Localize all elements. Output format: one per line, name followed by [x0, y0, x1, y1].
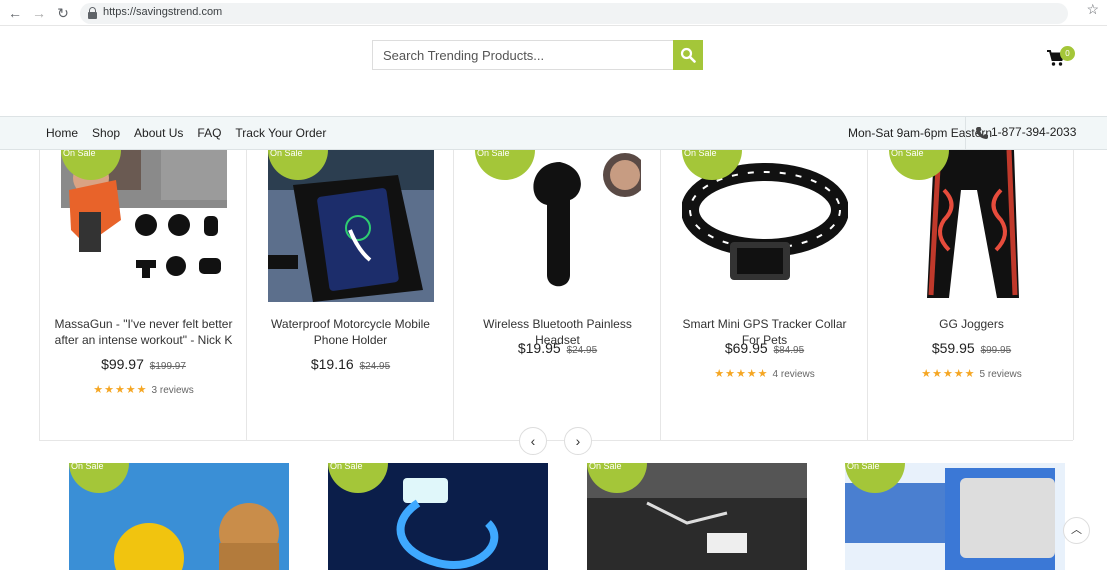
business-hours: Mon-Sat 9am-6pm Eastern — [848, 126, 993, 140]
product-card[interactable]: On Sale Smart Mini GPS Tracker Collar Fo… — [660, 150, 867, 440]
product-rating[interactable]: ★★★★★ 4 reviews — [661, 367, 867, 380]
product-price-row: $99.97 $199.97 — [40, 356, 246, 372]
review-count: 4 reviews — [772, 369, 815, 380]
original-price: $99.95 — [980, 345, 1012, 356]
nav-about-link[interactable]: About Us — [134, 126, 183, 140]
product-rating[interactable]: ★★★★★ 5 reviews — [868, 367, 1073, 380]
product-tile-car-charger[interactable]: On Sale — [587, 463, 807, 570]
product-card[interactable]: On Sale MassaGun - "I've never felt bett… — [39, 150, 246, 440]
address-bar[interactable]: https://savingstrend.com — [80, 3, 1068, 24]
lock-icon — [88, 7, 97, 19]
product-tile-phone-stand[interactable]: On Sale — [845, 463, 1065, 570]
product-title[interactable]: GG Joggers — [880, 316, 1063, 332]
sale-price: $19.95 — [517, 340, 561, 356]
search-button[interactable] — [673, 40, 703, 70]
phone-icon — [976, 126, 988, 139]
product-price-row: $69.95 $84.95 — [661, 340, 867, 356]
reload-icon[interactable]: ↻ — [54, 4, 72, 22]
product-tile-led-cable[interactable]: On Sale — [328, 463, 548, 570]
search-icon — [680, 47, 696, 63]
product-image-headset[interactable]: On Sale — [475, 150, 641, 302]
scroll-to-top-button[interactable]: ︿ — [1063, 517, 1090, 544]
browser-toolbar: ← → ↻ https://savingstrend.com ☆ — [0, 0, 1107, 26]
review-count: 5 reviews — [979, 369, 1022, 380]
star-rating-icon: ★★★★★ — [921, 368, 976, 380]
nav-track-order-link[interactable]: Track Your Order — [235, 126, 326, 140]
nav-divider — [965, 117, 966, 149]
product-image-phone-holder[interactable]: On Sale — [268, 150, 434, 302]
phone-number[interactable]: 1-877-394-2033 — [975, 125, 1076, 140]
sale-price: $99.97 — [101, 356, 144, 372]
chevron-left-icon: ‹ — [530, 433, 536, 449]
url-text[interactable]: https://savingstrend.com — [103, 6, 222, 18]
chevron-right-icon: › — [575, 433, 581, 449]
product-carousel: On Sale MassaGun - "I've never felt bett… — [39, 150, 1074, 441]
product-price-row: $59.95 $99.95 — [868, 340, 1073, 356]
product-image-joggers[interactable]: On Sale — [889, 150, 1055, 302]
product-rating[interactable]: ★★★★★ 3 reviews — [40, 383, 246, 396]
search-input[interactable] — [372, 40, 673, 70]
original-price: $199.97 — [149, 361, 186, 372]
forward-icon[interactable]: → — [30, 4, 48, 22]
product-price-row: $19.16 $24.95 — [247, 356, 453, 372]
review-count: 3 reviews — [151, 385, 194, 396]
carousel-prev-button[interactable]: ‹ — [519, 427, 547, 455]
search-bar — [372, 40, 703, 70]
product-title[interactable]: Waterproof Motorcycle Mobile Phone Holde… — [259, 316, 442, 348]
star-rating-icon: ★★★★★ — [93, 384, 148, 396]
product-card[interactable]: On Sale GG Joggers $59.95 $99.95 ★★★★★ 5 … — [867, 150, 1074, 440]
sale-price: $19.16 — [310, 356, 354, 372]
main-navigation: Home Shop About Us FAQ Track Your Order … — [0, 116, 1107, 150]
sale-price: $59.95 — [931, 340, 975, 356]
product-card[interactable]: On Sale Wireless Bluetooth Painless Head… — [453, 150, 660, 440]
back-icon[interactable]: ← — [6, 4, 24, 22]
carousel-next-button[interactable]: › — [564, 427, 592, 455]
cart-count-badge: 0 — [1060, 46, 1075, 61]
product-image-gps-collar[interactable]: On Sale — [682, 150, 848, 302]
sale-price: $69.95 — [724, 340, 768, 356]
nav-faq-link[interactable]: FAQ — [197, 126, 221, 140]
nav-shop-link[interactable]: Shop — [92, 126, 120, 140]
phone-text: 1-877-394-2033 — [991, 125, 1077, 139]
original-price: $84.95 — [773, 345, 805, 356]
product-title[interactable]: MassaGun - "I've never felt better after… — [52, 316, 235, 348]
star-rating-icon: ★★★★★ — [714, 368, 769, 380]
original-price: $24.95 — [359, 361, 391, 372]
product-price-row: $19.95 $24.95 — [454, 340, 660, 356]
nav-home-link[interactable]: Home — [46, 126, 78, 140]
product-tile-dog-toy[interactable]: On Sale — [69, 463, 289, 570]
bookmark-star-icon[interactable]: ☆ — [1086, 1, 1099, 18]
product-image-massagun[interactable]: On Sale — [61, 150, 227, 302]
product-card[interactable]: On Sale Waterproof Motorcycle Mobile Pho… — [246, 150, 453, 440]
chevron-up-icon: ︿ — [1071, 524, 1082, 536]
original-price: $24.95 — [566, 345, 598, 356]
